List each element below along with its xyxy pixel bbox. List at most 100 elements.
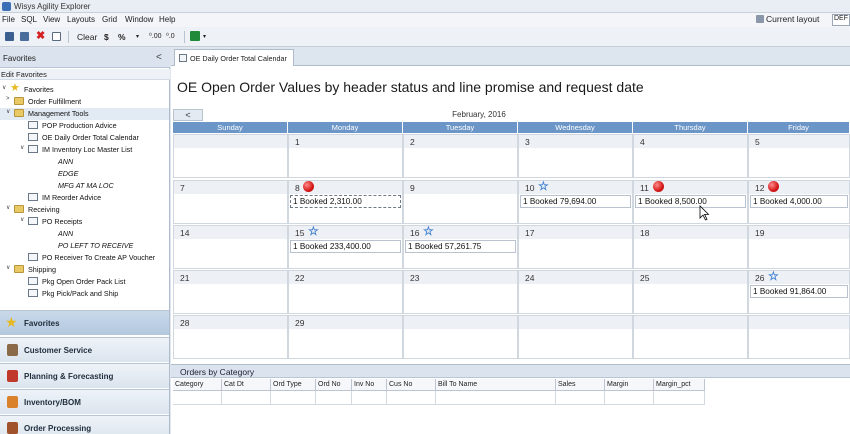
column-header[interactable]: Margin	[605, 379, 654, 391]
tree-item[interactable]: ANN	[0, 156, 169, 168]
grid-cell[interactable]	[222, 391, 271, 405]
tree-item[interactable]: > Order Fulfillment	[0, 96, 169, 108]
calendar-day-cell[interactable]: 15 ☆ 1 Booked 233,400.00	[288, 225, 403, 269]
order-total-entry[interactable]: 1 Booked 8,500.00	[635, 195, 746, 208]
tree-item[interactable]: ∨ ★ Favorites	[0, 82, 169, 96]
tree-item[interactable]: EDGE	[0, 168, 169, 180]
grid-cell[interactable]	[436, 391, 556, 405]
grid-cell[interactable]	[316, 391, 352, 405]
currency-format-button[interactable]: $	[104, 31, 109, 43]
calendar-day-cell[interactable]: 5	[748, 134, 850, 178]
percent-format-button[interactable]: %	[118, 31, 126, 43]
column-header[interactable]: Category	[173, 379, 222, 391]
calendar-day-cell[interactable]: 25	[633, 270, 748, 314]
calendar-day-cell[interactable]: 19	[748, 225, 850, 269]
tree-item[interactable]: PO Receiver To Create AP Voucher	[0, 252, 169, 264]
grid-cell[interactable]	[654, 391, 705, 405]
order-total-entry[interactable]: 1 Booked 233,400.00	[290, 240, 401, 253]
tree-item[interactable]: Pkg Open Order Pack List	[0, 276, 169, 288]
grid-cell[interactable]	[352, 391, 387, 405]
tree-item[interactable]: Pkg Pick/Pack and Ship	[0, 288, 169, 300]
menu-file[interactable]: File	[2, 15, 15, 24]
save-as-icon[interactable]	[20, 32, 29, 41]
calendar-day-cell[interactable]: 26 ☆ 1 Booked 91,864.00	[748, 270, 850, 314]
calendar-day-cell[interactable]: 24	[518, 270, 633, 314]
calendar-day-cell[interactable]	[748, 315, 850, 359]
delete-icon[interactable]: ✖	[36, 31, 45, 42]
tree-item[interactable]: OE Daily Order Total Calendar	[0, 132, 169, 144]
tree-item[interactable]: ∨ PO Receipts	[0, 216, 169, 228]
collapse-sidebar-icon[interactable]: <	[156, 52, 162, 63]
order-total-entry[interactable]: 1 Booked 57,261.75	[405, 240, 516, 253]
chevron-down-icon[interactable]: ∨	[20, 216, 24, 223]
nav-favorites[interactable]: ★ Favorites	[0, 310, 169, 335]
calendar-day-cell[interactable]: 22	[288, 270, 403, 314]
format-dropdown-icon[interactable]: ▾	[136, 31, 139, 43]
grid-cell[interactable]	[173, 391, 222, 405]
tree-item[interactable]: PO LEFT TO RECEIVE	[0, 240, 169, 252]
previous-month-button[interactable]: <	[173, 109, 203, 121]
calendar-day-cell[interactable]: 16 ☆ 1 Booked 57,261.75	[403, 225, 518, 269]
grid-cell[interactable]	[605, 391, 654, 405]
grid-cell[interactable]	[387, 391, 436, 405]
column-header[interactable]: Inv No	[352, 379, 387, 391]
nav-customer-service[interactable]: Customer Service	[0, 337, 169, 362]
order-total-entry[interactable]: 1 Booked 4,000.00	[750, 195, 848, 208]
order-total-entry[interactable]: 1 Booked 2,310.00	[290, 195, 401, 208]
tree-item[interactable]: ∨ IM Inventory Loc Master List	[0, 144, 169, 156]
chevron-down-icon[interactable]: ∨	[20, 144, 24, 151]
column-header[interactable]: Bill To Name	[436, 379, 556, 391]
calendar-day-cell[interactable]: 11 1 Booked 8,500.00	[633, 180, 748, 224]
chevron-down-icon[interactable]: ∨	[6, 108, 10, 115]
clear-button[interactable]: Clear	[77, 31, 97, 43]
column-header[interactable]: Ord Type	[271, 379, 316, 391]
nav-inventory-bom[interactable]: Inventory/BOM	[0, 389, 169, 414]
menu-grid[interactable]: Grid	[102, 15, 117, 24]
calendar-day-cell[interactable]: 12 1 Booked 4,000.00	[748, 180, 850, 224]
calendar-day-cell[interactable]	[173, 134, 288, 178]
calendar-day-cell[interactable]: 4	[633, 134, 748, 178]
window-icon[interactable]	[52, 32, 61, 41]
excel-export-icon[interactable]	[190, 31, 200, 41]
nav-order-processing[interactable]: Order Processing	[0, 415, 169, 434]
calendar-day-cell[interactable]	[518, 315, 633, 359]
current-layout-select[interactable]: DEF	[832, 14, 850, 26]
calendar-day-cell[interactable]: 9	[403, 180, 518, 224]
column-header[interactable]: Cus No	[387, 379, 436, 391]
column-header[interactable]: Margin_pct	[654, 379, 705, 391]
menu-layouts[interactable]: Layouts	[67, 15, 95, 24]
tree-item[interactable]: MFG AT MA LOC	[0, 180, 169, 192]
calendar-day-cell[interactable]	[403, 315, 518, 359]
edit-favorites[interactable]: Edit Favorites	[0, 69, 170, 80]
calendar-day-cell[interactable]: 29	[288, 315, 403, 359]
calendar-day-cell[interactable]: 7	[173, 180, 288, 224]
tree-item[interactable]: POP Production Advice	[0, 120, 169, 132]
chevron-down-icon[interactable]: ∨	[6, 264, 10, 271]
tree-item[interactable]: IM Reorder Advice	[0, 192, 169, 204]
calendar-day-cell[interactable]: 23	[403, 270, 518, 314]
nav-planning-forecasting[interactable]: Planning & Forecasting	[0, 363, 169, 388]
grid-cell[interactable]	[271, 391, 316, 405]
menu-window[interactable]: Window	[125, 15, 153, 24]
tab-oe-daily-order-total-calendar[interactable]: OE Daily Order Total Calendar	[174, 49, 294, 66]
calendar-day-cell[interactable]: 17	[518, 225, 633, 269]
order-total-entry[interactable]: 1 Booked 79,694.00	[520, 195, 631, 208]
calendar-day-cell[interactable]: 2	[403, 134, 518, 178]
tree-item[interactable]: ∨ Management Tools	[0, 108, 169, 120]
calendar-day-cell[interactable]: 8 1 Booked 2,310.00	[288, 180, 403, 224]
calendar-day-cell[interactable]: 3	[518, 134, 633, 178]
calendar-day-cell[interactable]: 10 ☆ 1 Booked 79,694.00	[518, 180, 633, 224]
calendar-day-cell[interactable]: 1	[288, 134, 403, 178]
tree-item[interactable]: ∨ Shipping	[0, 264, 169, 276]
decrease-decimal-button[interactable]: ⁰.0	[166, 31, 175, 43]
menu-help[interactable]: Help	[159, 15, 175, 24]
grid-cell[interactable]	[556, 391, 605, 405]
export-dropdown-icon[interactable]: ▾	[203, 31, 206, 43]
tree-item[interactable]: ∨ Receiving	[0, 204, 169, 216]
column-header[interactable]: Sales	[556, 379, 605, 391]
calendar-day-cell[interactable]: 14	[173, 225, 288, 269]
order-total-entry[interactable]: 1 Booked 91,864.00	[750, 285, 848, 298]
save-icon[interactable]	[5, 32, 14, 41]
column-header[interactable]: Ord No	[316, 379, 352, 391]
menu-view[interactable]: View	[43, 15, 60, 24]
